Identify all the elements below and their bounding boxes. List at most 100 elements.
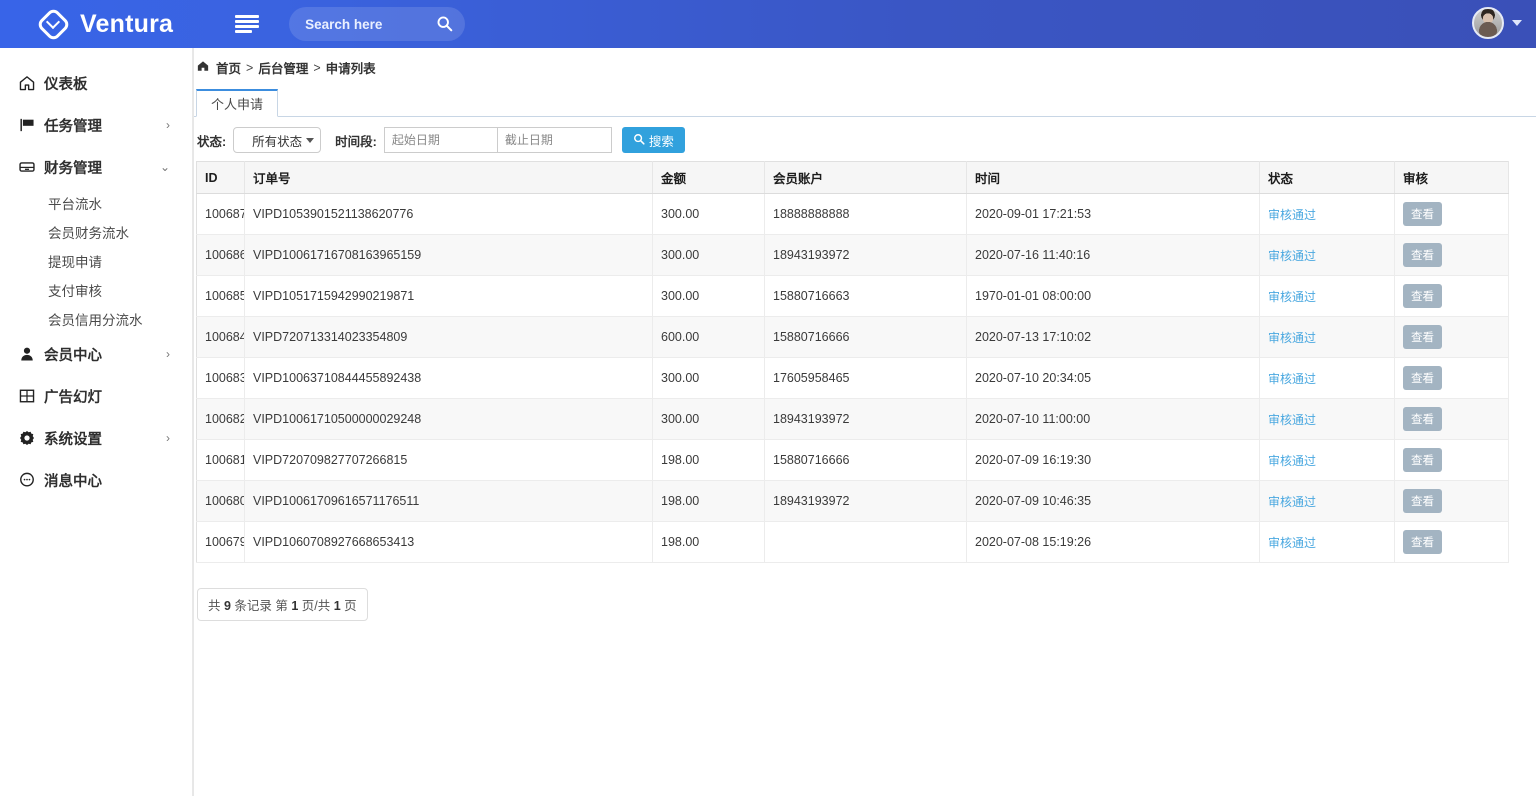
grid-icon — [18, 387, 44, 405]
sidebar-item-ad-slider[interactable]: 广告幻灯 — [0, 375, 192, 417]
sidebar-item-member-center[interactable]: 会员中心 › — [0, 333, 192, 375]
sidebar-item-dashboard[interactable]: 仪表板 — [0, 62, 192, 104]
cell-id: 100681 — [197, 440, 245, 481]
breadcrumb-item-home[interactable]: 首页 — [216, 58, 241, 77]
view-button[interactable]: 查看 — [1403, 284, 1442, 308]
cell-time: 2020-07-08 15:19:26 — [967, 522, 1260, 563]
cell-order-no: VIPD720713314023354809 — [245, 317, 653, 358]
cell-time: 2020-07-09 16:19:30 — [967, 440, 1260, 481]
pagination-middle: 条记录 第 — [231, 599, 291, 613]
sidebar-subitem-member-finance-flow[interactable]: 会员财务流水 — [0, 217, 192, 246]
status-link[interactable]: 审核通过 — [1268, 454, 1316, 468]
status-link[interactable]: 审核通过 — [1268, 208, 1316, 222]
sidebar-item-finance-management[interactable]: 财务管理 ⌄ — [0, 146, 192, 188]
cell-order-no: VIPD10061709616571176511 — [245, 481, 653, 522]
view-button[interactable]: 查看 — [1403, 243, 1442, 267]
brand-name: Ventura — [80, 10, 173, 39]
cell-order-no: VIPD10061716708163965159 — [245, 235, 653, 276]
cell-member-account: 15880716666 — [765, 317, 967, 358]
cell-member-account: 18943193972 — [765, 399, 967, 440]
view-button[interactable]: 查看 — [1403, 448, 1442, 472]
cell-id: 100686 — [197, 235, 245, 276]
chevron-right-icon: › — [166, 348, 170, 360]
status-link[interactable]: 审核通过 — [1268, 372, 1316, 386]
column-header-time: 时间 — [967, 162, 1260, 194]
sidebar-item-system-settings[interactable]: 系统设置 › — [0, 417, 192, 459]
end-date-input[interactable] — [498, 127, 612, 153]
tab-personal-application[interactable]: 个人申请 — [196, 89, 278, 117]
sidebar-subitem-label: 会员财务流水 — [48, 222, 129, 242]
sidebar-subitem-label: 会员信用分流水 — [48, 309, 143, 329]
sidebar-item-message-center[interactable]: 消息中心 — [0, 459, 192, 501]
cell-audit: 查看 — [1395, 440, 1509, 481]
view-button[interactable]: 查看 — [1403, 366, 1442, 390]
cell-amount: 300.00 — [653, 235, 765, 276]
view-button[interactable]: 查看 — [1403, 530, 1442, 554]
cell-member-account: 18943193972 — [765, 235, 967, 276]
sidebar-subitem-payment-audit[interactable]: 支付审核 — [0, 275, 192, 304]
column-header-audit: 审核 — [1395, 162, 1509, 194]
cell-id: 100683 — [197, 358, 245, 399]
cell-audit: 查看 — [1395, 235, 1509, 276]
hamburger-icon[interactable] — [235, 15, 259, 33]
status-link[interactable]: 审核通过 — [1268, 536, 1316, 550]
brand-logo[interactable]: Ventura — [36, 7, 173, 41]
status-link[interactable]: 审核通过 — [1268, 290, 1316, 304]
view-button[interactable]: 查看 — [1403, 325, 1442, 349]
sidebar-subitem-label: 支付审核 — [48, 280, 102, 300]
chevron-right-icon: › — [166, 432, 170, 444]
cell-status: 审核通过 — [1260, 235, 1395, 276]
breadcrumb-separator: > — [313, 61, 320, 75]
table-row: 100684 VIPD720713314023354809 600.00 158… — [197, 317, 1509, 358]
user-icon — [18, 345, 44, 363]
cell-amount: 300.00 — [653, 399, 765, 440]
search-icon — [633, 133, 645, 148]
user-menu[interactable] — [1472, 7, 1522, 39]
cell-time: 2020-09-01 17:21:53 — [967, 194, 1260, 235]
view-button[interactable]: 查看 — [1403, 489, 1442, 513]
view-button[interactable]: 查看 — [1403, 407, 1442, 431]
status-link[interactable]: 审核通过 — [1268, 249, 1316, 263]
status-link[interactable]: 审核通过 — [1268, 331, 1316, 345]
cell-member-account: 15880716666 — [765, 440, 967, 481]
chat-icon — [18, 471, 44, 489]
start-date-input[interactable] — [384, 127, 498, 153]
cell-id: 100687 — [197, 194, 245, 235]
cell-amount: 300.00 — [653, 194, 765, 235]
sidebar-item-label: 系统设置 — [44, 428, 102, 449]
cell-time: 2020-07-10 11:00:00 — [967, 399, 1260, 440]
breadcrumb-item-admin[interactable]: 后台管理 — [258, 58, 308, 77]
cell-id: 100680 — [197, 481, 245, 522]
sidebar-item-task-management[interactable]: 任务管理 › — [0, 104, 192, 146]
search-button[interactable]: 搜索 — [622, 127, 685, 153]
chevron-down-icon[interactable] — [1512, 20, 1522, 26]
column-header-id: ID — [197, 162, 245, 194]
column-header-order-no: 订单号 — [245, 162, 653, 194]
sidebar-item-label: 任务管理 — [44, 115, 102, 136]
cell-audit: 查看 — [1395, 522, 1509, 563]
status-link[interactable]: 审核通过 — [1268, 413, 1316, 427]
avatar[interactable] — [1472, 7, 1504, 39]
chevron-down-icon: ⌄ — [160, 161, 170, 173]
sidebar-subitem-member-credit-flow[interactable]: 会员信用分流水 — [0, 304, 192, 333]
view-button[interactable]: 查看 — [1403, 202, 1442, 226]
cell-time: 2020-07-13 17:10:02 — [967, 317, 1260, 358]
search-box[interactable] — [289, 7, 465, 41]
top-header-bar: Ventura — [0, 0, 1536, 48]
pagination-total-pages: 1 — [334, 599, 341, 613]
gear-icon — [18, 429, 44, 447]
cell-id: 100679 — [197, 522, 245, 563]
status-filter-select[interactable]: 所有状态 — [233, 127, 321, 153]
sidebar-subitem-platform-flow[interactable]: 平台流水 — [0, 188, 192, 217]
table-row: 100686 VIPD10061716708163965159 300.00 1… — [197, 235, 1509, 276]
cell-status: 审核通过 — [1260, 440, 1395, 481]
search-icon — [436, 15, 453, 37]
cell-audit: 查看 — [1395, 481, 1509, 522]
cell-amount: 198.00 — [653, 481, 765, 522]
search-input[interactable] — [303, 16, 433, 33]
breadcrumb-item-application-list: 申请列表 — [326, 58, 376, 77]
status-link[interactable]: 审核通过 — [1268, 495, 1316, 509]
diamond-chevron-logo-icon — [36, 7, 70, 41]
sidebar-subitem-label: 平台流水 — [48, 193, 102, 213]
sidebar-subitem-withdraw-request[interactable]: 提现申请 — [0, 246, 192, 275]
